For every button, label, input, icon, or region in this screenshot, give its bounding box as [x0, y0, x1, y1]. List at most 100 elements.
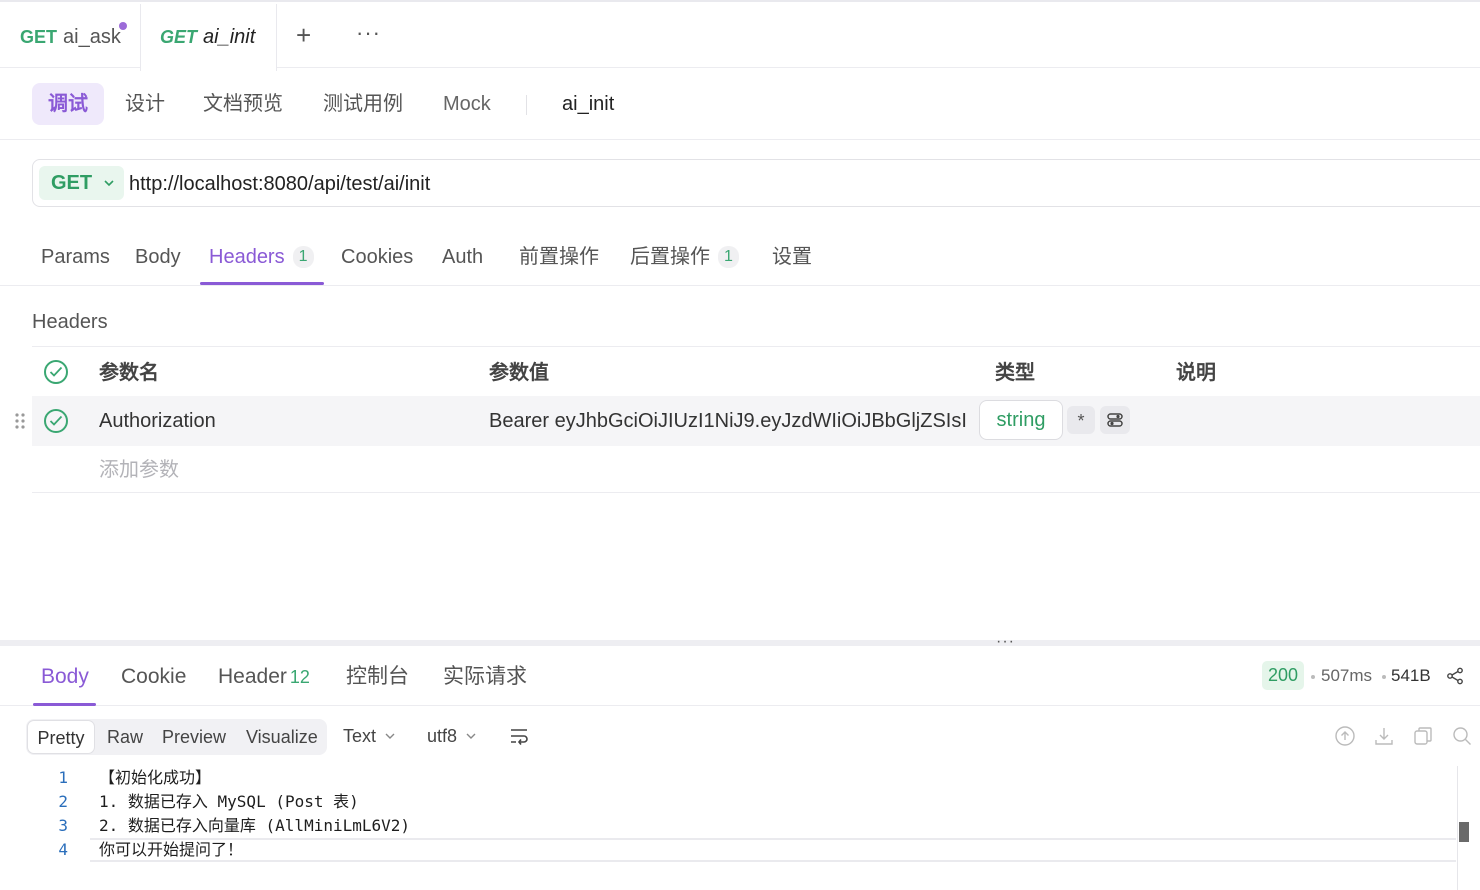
method-select[interactable]: GET: [39, 166, 124, 200]
column-header-name: 参数名: [99, 362, 159, 384]
doc-tab-ai-init[interactable]: GET ai_init: [140, 4, 277, 71]
table-header-row: 参数名 参数值 类型 说明: [32, 346, 1480, 396]
plus-icon[interactable]: +: [296, 22, 311, 48]
view-preview[interactable]: Preview: [162, 719, 226, 755]
copy-icon[interactable]: [1412, 725, 1434, 747]
param-name-input[interactable]: Authorization: [99, 409, 216, 433]
tab-label: Body: [41, 665, 89, 688]
encoding-value: utf8: [427, 726, 458, 746]
tab-label: 控制台: [346, 665, 409, 688]
view-raw[interactable]: Raw: [107, 719, 143, 755]
encoding-select[interactable]: utf8: [427, 724, 477, 748]
separator-dot: [1382, 675, 1386, 679]
tab-cookies[interactable]: Cookies: [341, 244, 413, 270]
doc-tab-title: ai_init: [203, 26, 256, 48]
param-value-input[interactable]: Bearer eyJhbGciOiJIUzI1NiJ9.eyJzdWIiOiJB…: [489, 409, 967, 433]
format-select[interactable]: Text: [343, 724, 396, 748]
check-circle-icon[interactable]: [44, 360, 68, 384]
mode-debug[interactable]: 调试: [32, 83, 104, 125]
wrap-icon[interactable]: [509, 726, 529, 746]
chevron-down-icon: [104, 180, 114, 187]
download-icon[interactable]: [1373, 725, 1395, 747]
add-param-input[interactable]: 添加参数: [99, 458, 179, 482]
tab-pre-ops[interactable]: 前置操作: [519, 244, 599, 270]
response-tabs: Body Cookie Header 12 控制台 实际请求: [0, 646, 1480, 706]
tab-settings[interactable]: 设置: [772, 244, 812, 270]
tab-label: Headers: [209, 246, 285, 268]
tab-body[interactable]: Body: [135, 244, 181, 270]
status-badge: 200: [1262, 661, 1304, 690]
view-pretty[interactable]: Pretty: [27, 720, 95, 754]
line-number: 2: [58, 792, 68, 811]
tab-headers[interactable]: Headers 1: [209, 244, 314, 270]
search-icon[interactable]: [1451, 725, 1473, 747]
settings-toggle-icon[interactable]: [1100, 406, 1130, 434]
scrollbar-thumb[interactable]: [1459, 822, 1469, 842]
tab-actual-request[interactable]: 实际请求: [443, 664, 527, 690]
tab-label: Cookie: [121, 665, 187, 688]
chevron-down-icon: [466, 733, 476, 739]
doc-tab-title: ai_ask: [63, 25, 121, 48]
mode-mock[interactable]: Mock: [443, 83, 491, 125]
tab-label: Params: [41, 246, 110, 268]
format-value: Text: [343, 726, 377, 746]
type-select[interactable]: string: [979, 400, 1063, 440]
mode-bar: 调试 设计 文档预览 测试用例 Mock ai_init: [0, 68, 1480, 140]
tab-params[interactable]: Params: [41, 244, 110, 270]
section-title: Headers: [32, 311, 108, 333]
response-time: 507ms: [1321, 666, 1373, 685]
drag-handle-icon[interactable]: [14, 412, 26, 430]
chevron-down-icon: [385, 733, 395, 739]
mode-test-cases[interactable]: 测试用例: [323, 83, 403, 125]
tab-response-cookie[interactable]: Cookie: [121, 664, 186, 690]
upload-icon[interactable]: [1334, 725, 1356, 747]
tab-label: Body: [135, 246, 181, 268]
tab-label: Cookies: [341, 246, 414, 268]
count-badge: 1: [292, 246, 314, 268]
code-line: 【初始化成功】: [99, 768, 212, 787]
count-badge: 1: [718, 246, 739, 268]
required-toggle[interactable]: *: [1067, 406, 1095, 434]
column-header-description: 说明: [1176, 362, 1216, 384]
active-tab-indicator: [33, 703, 96, 706]
share-icon[interactable]: [1446, 667, 1464, 685]
method-label: GET: [160, 27, 198, 47]
tab-console[interactable]: 控制台: [346, 664, 409, 690]
document-tab-bar: GET ai_ask GET ai_init + ···: [0, 0, 1480, 71]
count-badge: 12: [289, 667, 310, 687]
line-number: 3: [58, 816, 68, 835]
more-icon[interactable]: ···: [356, 22, 381, 44]
check-circle-icon[interactable]: [44, 409, 68, 433]
tab-label: Header: [218, 665, 287, 688]
unsaved-dot-icon: [119, 22, 127, 30]
mode-design[interactable]: 设计: [125, 83, 165, 125]
response-body-viewer[interactable]: 1 【初始化成功】 2 1. 数据已存入 MySQL (Post 表) 3 2.…: [0, 764, 1480, 890]
doc-tab-ai-ask[interactable]: GET ai_ask: [0, 4, 140, 70]
line-number: 4: [58, 840, 68, 859]
code-line: 1. 数据已存入 MySQL (Post 表): [99, 792, 359, 811]
api-name[interactable]: ai_init: [562, 83, 614, 125]
tab-response-body[interactable]: Body: [41, 664, 89, 690]
tab-label: 后置操作: [630, 246, 710, 268]
tab-post-ops[interactable]: 后置操作 1: [630, 244, 739, 270]
tab-label: 实际请求: [443, 665, 527, 688]
view-visualize[interactable]: Visualize: [246, 719, 318, 755]
column-header-type: 类型: [995, 362, 1035, 384]
table-row: Authorization Bearer eyJhbGciOiJIUzI1NiJ…: [32, 396, 1480, 446]
active-tab-indicator: [200, 282, 324, 285]
response-size: 541B: [1391, 666, 1431, 685]
view-mode-group: Pretty Raw Preview Visualize: [26, 719, 327, 755]
url-bar: GET http://localhost:8080/api/test/ai/in…: [32, 159, 1480, 207]
tab-label: Auth: [442, 246, 484, 268]
separator-dot: [1311, 675, 1315, 679]
method-label: GET: [20, 26, 58, 47]
tab-label: 设置: [772, 246, 812, 268]
divider: [526, 95, 527, 115]
mode-doc-preview[interactable]: 文档预览: [203, 83, 283, 125]
tab-auth[interactable]: Auth: [442, 244, 483, 270]
tab-response-header[interactable]: Header 12: [218, 664, 310, 690]
url-input[interactable]: http://localhost:8080/api/test/ai/init: [129, 172, 430, 196]
code-line: 你可以开始提问了！: [99, 840, 244, 859]
tab-label: 前置操作: [519, 246, 599, 268]
code-line: 2. 数据已存入向量库 (AllMiniLmL6V2): [99, 816, 411, 835]
